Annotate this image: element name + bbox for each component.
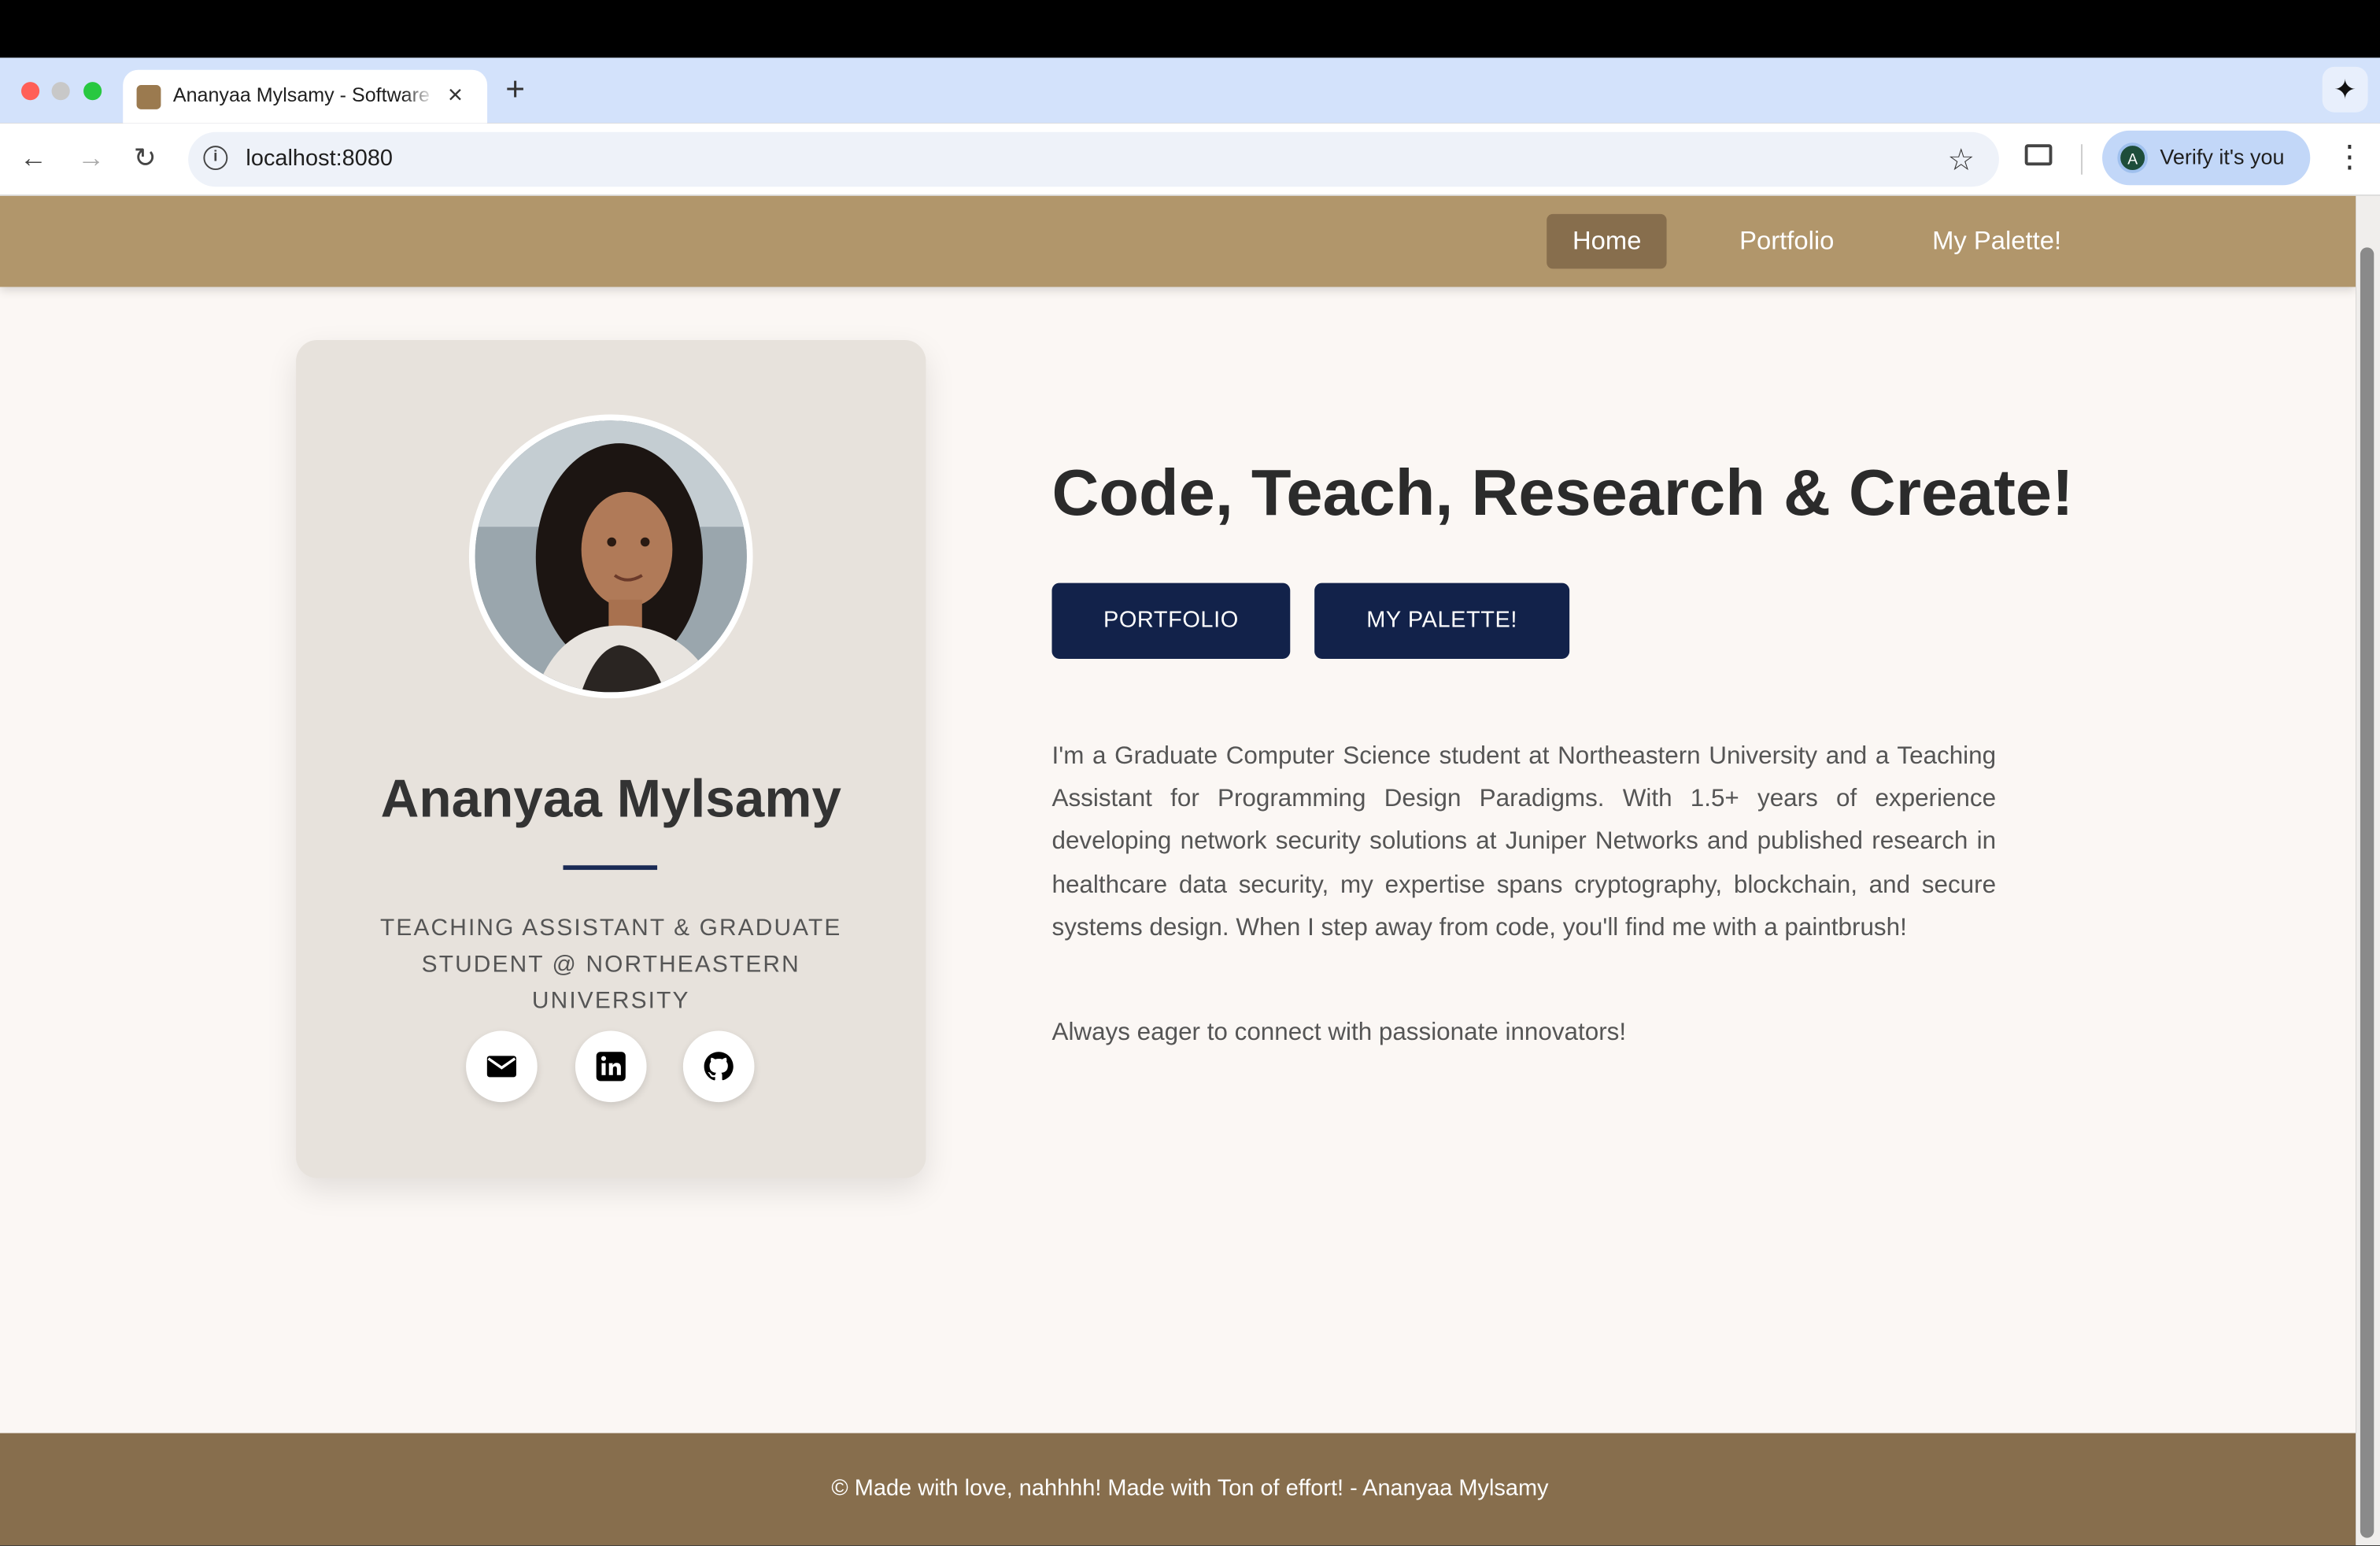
verify-profile-button[interactable]: A Verify it's you	[2102, 130, 2311, 186]
envelope-icon	[486, 1056, 516, 1078]
address-bar[interactable]: i localhost:8080 ☆	[188, 131, 1999, 187]
profile-name: Ananyaa Mylsamy	[380, 769, 841, 829]
bio-closing: Always eager to connect with passionate …	[1051, 1019, 1627, 1046]
profile-avatar: A	[2117, 142, 2148, 173]
bio-paragraph: I'm a Graduate Computer Science student …	[1051, 742, 1997, 941]
github-link[interactable]	[682, 1030, 755, 1103]
portfolio-button[interactable]: PORTFOLIO	[1051, 583, 1291, 659]
tab-title: Ananyaa Mylsamy - Software	[173, 83, 434, 106]
url-text[interactable]: localhost:8080	[246, 146, 393, 172]
profile-role: TEACHING ASSISTANT & GRADUATE STUDENT @ …	[380, 915, 842, 1015]
os-menu-bar	[0, 0, 2380, 58]
favicon-icon	[136, 84, 161, 109]
my-palette-button[interactable]: MY PALETTE!	[1314, 583, 1570, 659]
name-divider	[563, 865, 658, 871]
verify-label: Verify it's you	[2160, 144, 2285, 169]
profile-photo-illustration	[475, 420, 747, 693]
scrollbar-thumb[interactable]	[2360, 247, 2374, 1538]
page-viewport: Home Portfolio My Palette! Ananyaa Mylsa…	[0, 195, 2356, 1546]
site-navbar: Home Portfolio My Palette!	[0, 195, 2356, 287]
browser-tab[interactable]: Ananyaa Mylsamy - Software ×	[123, 69, 488, 124]
scrollbar[interactable]	[2356, 195, 2380, 1546]
browser-toolbar: ← → ↻ i localhost:8080 ☆ A Verify it's y…	[0, 123, 2380, 196]
forward-arrow-icon[interactable]: →	[77, 141, 105, 174]
cast-icon[interactable]	[2024, 144, 2053, 166]
bookmark-star-icon[interactable]: ☆	[1947, 141, 1975, 179]
nav-link-home[interactable]: Home	[1547, 213, 1668, 269]
profile-card: Ananyaa Mylsamy TEACHING ASSISTANT & GRA…	[296, 339, 926, 1178]
email-link[interactable]	[466, 1030, 538, 1103]
nav-link-portfolio[interactable]: Portfolio	[1713, 214, 1860, 268]
tab-strip: Ananyaa Mylsamy - Software × + ✦	[0, 57, 2380, 124]
site-footer: © Made with love, nahhhh! Made with Ton …	[0, 1433, 2356, 1546]
close-window-button[interactable]	[20, 82, 40, 101]
hero-headline: Code, Teach, Research & Create!	[1051, 457, 2074, 531]
browser-menu-icon[interactable]: ⋮	[2334, 141, 2365, 174]
back-arrow-icon[interactable]: ←	[20, 141, 47, 174]
close-tab-icon[interactable]: ×	[448, 80, 463, 111]
toolbar-divider	[2081, 144, 2082, 175]
linkedin-link[interactable]	[575, 1030, 647, 1103]
nav-link-my-palette[interactable]: My Palette!	[1906, 214, 2087, 268]
maximize-window-button[interactable]	[83, 82, 102, 101]
site-info-icon[interactable]: i	[203, 146, 228, 170]
new-tab-icon[interactable]: +	[505, 71, 525, 108]
footer-text: © Made with love, nahhhh! Made with Ton …	[831, 1475, 1549, 1502]
github-icon	[704, 1052, 734, 1081]
linkedin-icon	[596, 1052, 626, 1082]
reload-icon[interactable]: ↻	[134, 141, 157, 174]
profile-photo	[468, 414, 753, 699]
gemini-sparkle-icon[interactable]: ✦	[2322, 66, 2368, 113]
minimize-window-button[interactable]	[51, 82, 70, 101]
